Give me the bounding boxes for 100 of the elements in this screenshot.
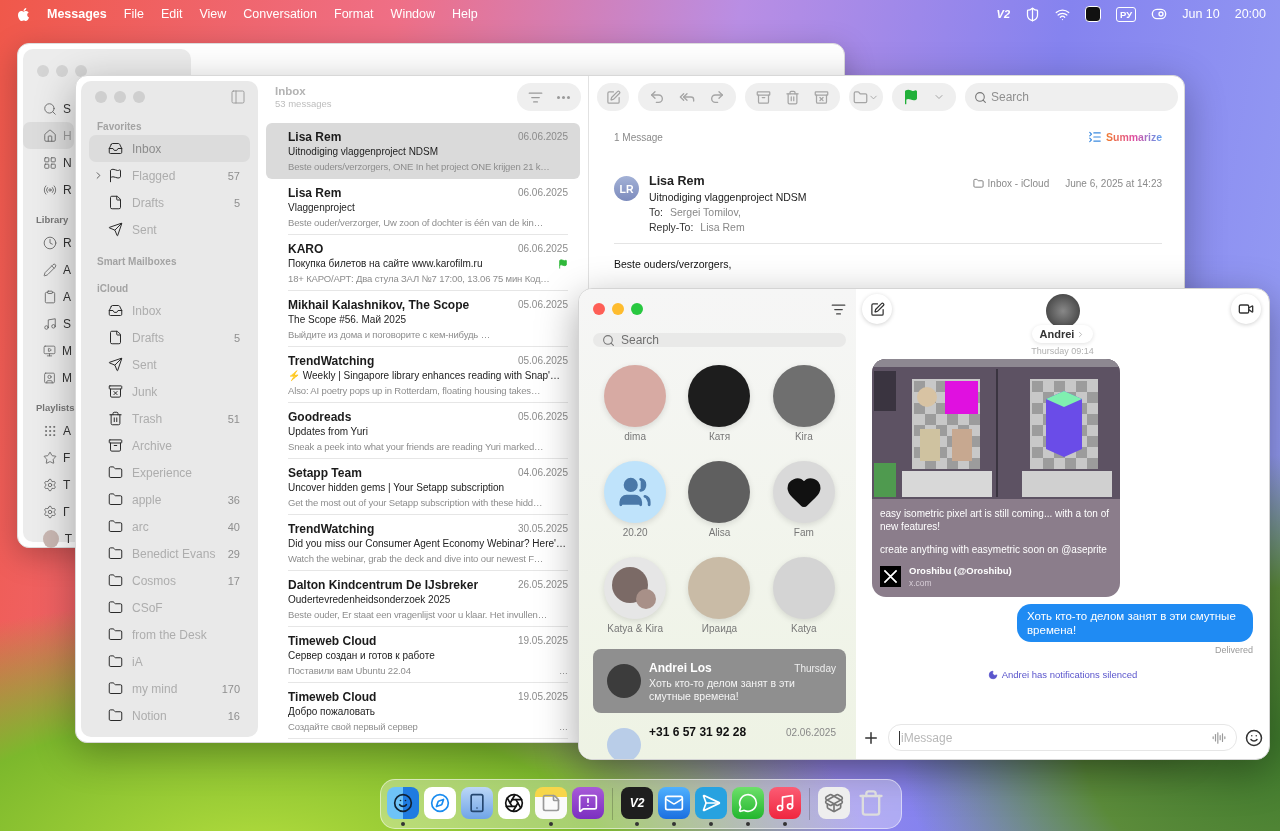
heart-avatar[interactable]	[772, 461, 835, 523]
message-row[interactable]: Timeweb Cloud 19.05.2025 Сервер создан и готов к работе Поставили вам Ubuntu 22.04 …	[266, 627, 580, 683]
message-row[interactable]: Mikhail Kalashnikov, The Scope 05.06.2025 The Scope #56. Май 2025 Выйдите из дома и поговорите с кем-нибудь …	[266, 291, 580, 347]
message-row[interactable]: Lisa Rem 06.06.2025 Uitnodiging vlaggenproject NDSM Beste ouders/verzorgers, ONE In het project ONE krijgen 21 k…	[266, 123, 580, 179]
sidebar-item[interactable]: A	[23, 283, 74, 310]
apple-logo-icon[interactable]	[16, 6, 31, 22]
exclamation-app-icon[interactable]	[572, 786, 604, 819]
menu-item[interactable]: Help	[452, 7, 478, 21]
sidebar-item[interactable]: T	[23, 525, 74, 552]
mailbox-item[interactable]: Trash 51	[89, 405, 250, 432]
mailbox-item[interactable]: apple 36	[89, 486, 250, 513]
contact-button[interactable]: Andrei	[1031, 325, 1094, 343]
sidebar-item[interactable]: S	[23, 95, 74, 122]
avatar[interactable]	[688, 365, 751, 427]
mailbox-item[interactable]: my mind 170	[89, 675, 250, 702]
sidebar-item[interactable]: T	[23, 471, 74, 498]
sidebar-item[interactable]: R	[23, 229, 74, 256]
unread-count: 36	[227, 493, 240, 506]
message-row[interactable]: TrendWatching 05.06.2025 ⚡ Weekly | Singapore library enhances reading with Snap'… Also: AI poetry pops up in Rotterdam, floating housing takes…	[266, 347, 580, 403]
input-source-item[interactable]: РУ	[1116, 6, 1137, 22]
message-row[interactable]: Lisa Rem 06.06.2025 Vlaggenproject Beste ouder/verzorger, Uw zoon of dochter is één van de kin…	[266, 179, 580, 235]
mailbox-item[interactable]: Experience	[89, 459, 250, 486]
mailbox-item[interactable]: Drafts 5	[89, 324, 250, 351]
sidebar-toggle-icon[interactable]	[230, 89, 246, 105]
search-field[interactable]: Search	[593, 333, 846, 347]
mailbox-item[interactable]: iA	[89, 648, 250, 675]
mailbox-item[interactable]: Inbox	[89, 135, 250, 162]
mailbox-item[interactable]: arc 40	[89, 513, 250, 540]
message-row[interactable]: Goodreads 05.06.2025 Updates from Yuri Sneak a peek into what your friends are reading Yuri marked…	[266, 403, 580, 459]
mailbox-item[interactable]: Drafts 5	[89, 189, 250, 216]
message-preview: Also: AI poetry pops up in Rotterdam, floating housing takes…	[288, 385, 541, 396]
message-row[interactable]: TrendWatching 30.05.2025 Did you miss our Consumer Agent Economy Webinar? Here'… Watch the webinar, grab the deck and dive into our newest F…	[266, 515, 580, 571]
menu-item[interactable]: Edit	[160, 7, 183, 21]
music-note-app-icon[interactable]	[769, 786, 801, 819]
link-preview-bubble[interactable]: easy isometric pixel art is still coming... with a ton of new features! create anything with easymetric soon on @aseprite Oroshibu (@Oroshibu) x.com	[872, 359, 1120, 597]
message-input[interactable]: iMessage	[888, 724, 1237, 751]
envelope-app-icon[interactable]	[658, 786, 690, 819]
menu-item[interactable]: View	[199, 7, 227, 21]
menu-item[interactable]: Format	[334, 7, 374, 21]
group-avatar[interactable]	[604, 461, 667, 523]
knot-app-icon[interactable]	[498, 786, 530, 819]
close-button[interactable]	[593, 303, 605, 315]
face-app-icon[interactable]	[387, 786, 419, 819]
menu-item[interactable]: Conversation	[243, 7, 317, 21]
speech-bubble-app-icon[interactable]	[732, 786, 764, 819]
sidebar-item[interactable]: A	[23, 417, 74, 444]
sidebar-item[interactable]: N	[23, 149, 74, 176]
minimize-button[interactable]	[612, 303, 624, 315]
search-field[interactable]: Search	[965, 83, 1178, 111]
mailbox-item[interactable]: CSoF	[89, 594, 250, 621]
filter-icon[interactable]	[831, 301, 846, 317]
wifi-icon[interactable]	[1055, 6, 1071, 22]
sidebar-item[interactable]: A	[23, 256, 74, 283]
video-call-button[interactable]	[1231, 294, 1261, 324]
sidebar-item[interactable]: H	[23, 122, 74, 149]
menu-date[interactable]: Jun 10	[1182, 7, 1220, 21]
app-status-icon[interactable]	[1085, 6, 1102, 22]
sidebar-item[interactable]: S	[23, 310, 74, 337]
mailbox-item[interactable]: Sent	[89, 351, 250, 378]
sidebar-item[interactable]: R	[23, 176, 74, 203]
menu-item[interactable]: Window	[390, 7, 436, 21]
mailbox-item[interactable]: Flagged 57	[89, 162, 250, 189]
unread-count: 29	[227, 547, 240, 560]
phone-app-icon[interactable]	[461, 786, 493, 819]
audio-wave-icon[interactable]	[1212, 730, 1226, 745]
compass-app-icon[interactable]	[424, 786, 456, 819]
mailbox-item[interactable]: Sent	[89, 216, 250, 243]
note-pad-app-icon[interactable]	[535, 786, 567, 819]
paper-plane-app-icon[interactable]	[695, 786, 727, 819]
zoom-button[interactable]	[631, 303, 643, 315]
sidebar-item[interactable]: M	[23, 337, 74, 364]
mailbox-item[interactable]: from the Desk	[89, 621, 250, 648]
video-camera-icon	[1238, 301, 1254, 317]
mailbox-item[interactable]: Cosmos 17	[89, 567, 250, 594]
menu-item[interactable]: File	[123, 7, 144, 21]
app-menu[interactable]: Messages	[47, 7, 107, 21]
message-row[interactable]: KARO 06.06.2025 Покупка билетов на сайте www.karofilm.ru 18+ КАРО/АРТ: Два стула ЗАЛ №7 17:00, 13.06 75 мин Код…	[266, 235, 580, 291]
message-row[interactable]: Setapp Team 04.06.2025 Uncover hidden gems | Your Setapp subscription Get the most out of your Setapp subscription with these hidd…	[266, 459, 580, 515]
chat-list-item[interactable]: Andrei Los Thursday Хоть кто-то делом занят в эти смутные времена!	[593, 649, 846, 713]
mailbox-item[interactable]: Notion 16	[89, 702, 250, 729]
move-button[interactable]	[849, 83, 883, 111]
mailbox-item[interactable]: Archive	[89, 432, 250, 459]
app-tile[interactable]: V2	[621, 786, 653, 819]
compose-button[interactable]	[862, 294, 892, 324]
sidebar-item[interactable]: Г	[23, 498, 74, 525]
mailbox-item[interactable]: Benedict Evans 29	[89, 540, 250, 567]
message-row[interactable]: Timeweb Cloud 19.05.2025 Добро пожаловать Создайте свой первый сервер …	[266, 683, 580, 739]
menu-time[interactable]: 20:00	[1234, 7, 1266, 21]
vpn-status-item[interactable]: V2	[996, 8, 1011, 20]
box-app-icon[interactable]	[818, 786, 850, 819]
sidebar-item[interactable]: F	[23, 444, 74, 471]
message-row[interactable]: Dalton Kindcentrum De IJsbreker 26.05.2025 Oudertevredenheidsonderzoek 2025 Beste ouder, Er staat een vragenlijst voor u klaar. Het invullen…	[266, 571, 580, 627]
chat-list-item[interactable]: +31 6 57 31 92 28 02.06.2025	[593, 725, 846, 759]
group-avatar[interactable]	[604, 557, 667, 619]
mailbox-item[interactable]: Inbox	[89, 297, 250, 324]
shield-icon[interactable]	[1025, 6, 1041, 22]
mailbox-item[interactable]: Junk	[89, 378, 250, 405]
sidebar-item[interactable]: M	[23, 364, 74, 391]
control-center-icon[interactable]	[1151, 6, 1168, 22]
emoji-button[interactable]	[1245, 728, 1263, 747]
